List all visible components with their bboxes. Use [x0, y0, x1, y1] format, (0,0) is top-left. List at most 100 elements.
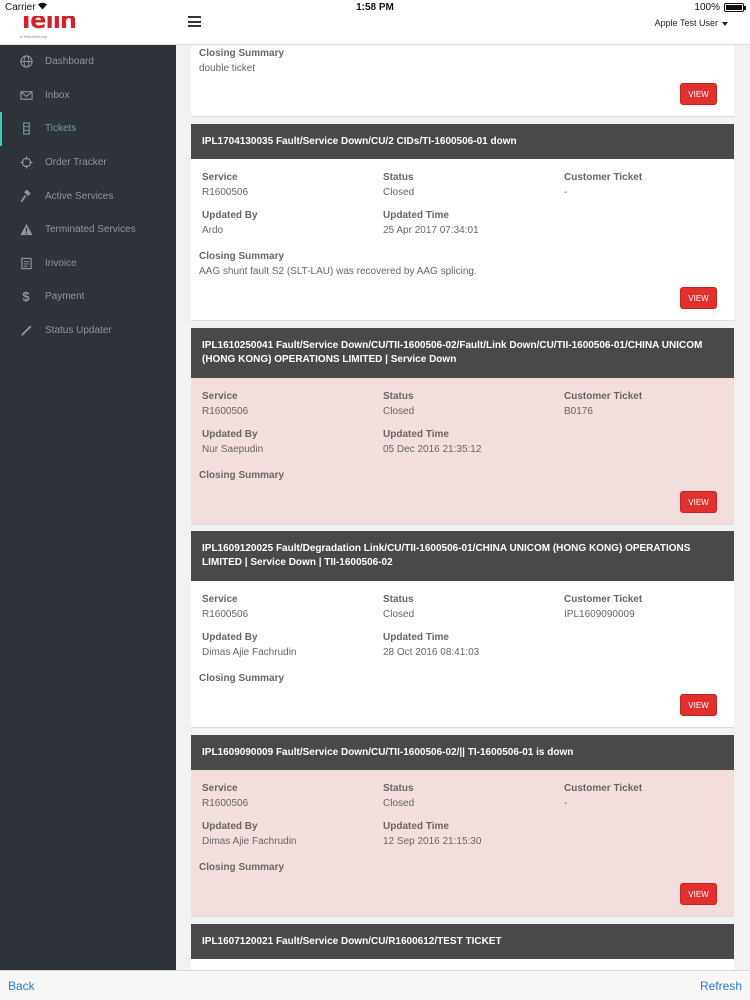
customer-ticket-value: IPL1609090009 [564, 609, 635, 620]
closing-summary-label: Closing Summary [199, 470, 285, 481]
status-bar: Carrier 1:58 PM 100% [0, 0, 750, 16]
sidebar-item-order-tracker[interactable]: Order Tracker [0, 146, 176, 180]
updated-time-value: 12 Sep 2016 21:15:30 [383, 836, 482, 847]
sidebar-item-label: Status Updater [45, 325, 112, 337]
ticket-body: Closing Summary double ticket VIEW [191, 45, 734, 117]
view-button[interactable]: VIEW [680, 491, 717, 513]
status-value: Closed [383, 609, 415, 620]
sidebar-item-label: Invoice [45, 257, 77, 269]
ticket-body: Service R1600506 Status Closed Customer … [191, 770, 734, 917]
closing-summary-label: Closing Summary [199, 673, 285, 684]
ticket-title[interactable]: IPL1610250041 Fault/Service Down/CU/TII-… [191, 328, 734, 378]
sidebar-item-payment[interactable]: $ Payment [0, 280, 176, 314]
user-menu[interactable]: Apple Test User [655, 18, 728, 28]
sidebar-item-invoice[interactable]: Invoice [0, 247, 176, 281]
sidebar-item-terminated-services[interactable]: Terminated Services [0, 213, 176, 247]
updated-by-value: Ardo [202, 225, 224, 236]
customer-ticket-value: - [564, 798, 568, 809]
service-label: Service [202, 783, 238, 794]
ticket-card: IPL1609090009 Fault/Service Down/CU/TII-… [191, 735, 734, 917]
sidebar-item-label: Payment [45, 291, 85, 303]
sidebar-item-label: Terminated Services [45, 224, 136, 236]
closing-summary-value: AAG shunt fault S2 (SLT-LAU) was recover… [199, 266, 477, 277]
battery-icon [724, 3, 746, 12]
refresh-button[interactable]: Refresh [700, 979, 742, 993]
ticket-card: IPL1609120025 Fault/Degradation Link/CU/… [191, 531, 734, 728]
closing-summary-label: Closing Summary [199, 48, 285, 59]
updated-by-label: Updated By [202, 210, 258, 221]
dollar-icon: $ [22, 289, 30, 305]
sidebar: Dashboard Inbox Tickets Order Tracker Ac… [0, 45, 176, 970]
updated-time-label: Updated Time [383, 632, 449, 643]
updated-by-value: Dimas Ajie Fachrudin [202, 836, 297, 847]
updated-by-label: Updated By [202, 632, 258, 643]
status-label: Status [383, 594, 414, 605]
pencil-icon [19, 324, 33, 338]
service-value: R1600506 [202, 187, 249, 198]
warning-icon [19, 223, 33, 237]
closing-summary-label: Closing Summary [199, 862, 285, 873]
user-name: Apple Test User [654, 18, 718, 28]
updated-time-value: 05 Dec 2016 21:35:12 [383, 444, 482, 455]
ticket-icon [19, 122, 33, 136]
sidebar-item-dashboard[interactable]: Dashboard [0, 45, 176, 79]
service-value: R1600506 [202, 609, 249, 620]
battery-percent: 100% [694, 2, 720, 13]
menu-icon[interactable] [188, 16, 201, 27]
sidebar-item-inbox[interactable]: Inbox [0, 79, 176, 113]
document-icon [19, 256, 33, 270]
sidebar-item-label: Active Services [45, 190, 114, 202]
status-value: Closed [383, 187, 415, 198]
ticket-title[interactable]: IPL1609120025 Fault/Degradation Link/CU/… [191, 531, 734, 581]
updated-by-label: Updated By [202, 821, 258, 832]
ticket-card: IPL1607120021 Fault/Service Down/CU/R160… [191, 924, 734, 970]
sidebar-item-tickets[interactable]: Tickets [0, 112, 176, 146]
ticket-list: Closing Summary double ticket VIEW IPL17… [176, 45, 750, 970]
sidebar-item-label: Tickets [45, 123, 77, 135]
status-label: Status [383, 783, 414, 794]
status-value: Closed [383, 406, 415, 417]
updated-by-label: Updated By [202, 429, 258, 440]
customer-ticket-value: - [564, 187, 568, 198]
service-value: R1600506 [202, 406, 249, 417]
updated-time-label: Updated Time [383, 429, 449, 440]
ticket-card: IPL1704130035 Fault/Service Down/CU/2 CI… [191, 124, 734, 321]
status-value: Closed [383, 798, 415, 809]
ticket-card: IPL1610250041 Fault/Service Down/CU/TII-… [191, 328, 734, 525]
ticket-body: Service R1600506 Status Closed Customer … [191, 581, 734, 728]
clock-time: 1:58 PM [356, 2, 394, 13]
service-value: R1600506 [202, 798, 249, 809]
back-button[interactable]: Back [8, 979, 35, 993]
updated-time-value: 25 Apr 2017 07:34:01 [383, 225, 479, 236]
caret-down-icon [722, 21, 728, 26]
customer-ticket-label: Customer Ticket [564, 594, 643, 605]
logo-subtitle: a TelkomGroup [20, 34, 48, 39]
ticket-body: Service R1600506 Status Closed Customer … [191, 159, 734, 321]
ticket-title[interactable]: IPL1607120021 Fault/Service Down/CU/R160… [191, 924, 734, 959]
view-button[interactable]: VIEW [680, 883, 717, 905]
ticket-title[interactable]: IPL1704130035 Fault/Service Down/CU/2 CI… [191, 124, 734, 159]
customer-ticket-label: Customer Ticket [564, 783, 643, 794]
crosshair-icon [19, 156, 33, 170]
service-label: Service [202, 594, 238, 605]
updated-time-label: Updated Time [383, 210, 449, 221]
view-button[interactable]: VIEW [680, 287, 717, 309]
view-button[interactable]: VIEW [680, 83, 717, 105]
updated-time-value: 28 Oct 2016 08:41:03 [383, 647, 480, 658]
view-button[interactable]: VIEW [680, 694, 717, 716]
sidebar-item-status-updater[interactable]: Status Updater [0, 314, 176, 348]
bottom-toolbar: Back Refresh [0, 970, 750, 1000]
envelope-icon [19, 88, 33, 102]
ticket-title[interactable]: IPL1609090009 Fault/Service Down/CU/TII-… [191, 735, 734, 770]
ticket-body: Service R1600506 Status Closed Customer … [191, 378, 734, 525]
customer-ticket-label: Customer Ticket [564, 391, 643, 402]
customer-ticket-value: B0176 [564, 406, 593, 417]
customer-ticket-label: Customer Ticket [564, 172, 643, 183]
closing-summary-value: double ticket [199, 63, 256, 74]
status-label: Status [383, 172, 414, 183]
status-label: Status [383, 391, 414, 402]
updated-by-value: Dimas Ajie Fachrudin [202, 647, 297, 658]
sidebar-item-label: Inbox [45, 89, 70, 101]
sidebar-item-active-services[interactable]: Active Services [0, 179, 176, 213]
service-label: Service [202, 172, 238, 183]
